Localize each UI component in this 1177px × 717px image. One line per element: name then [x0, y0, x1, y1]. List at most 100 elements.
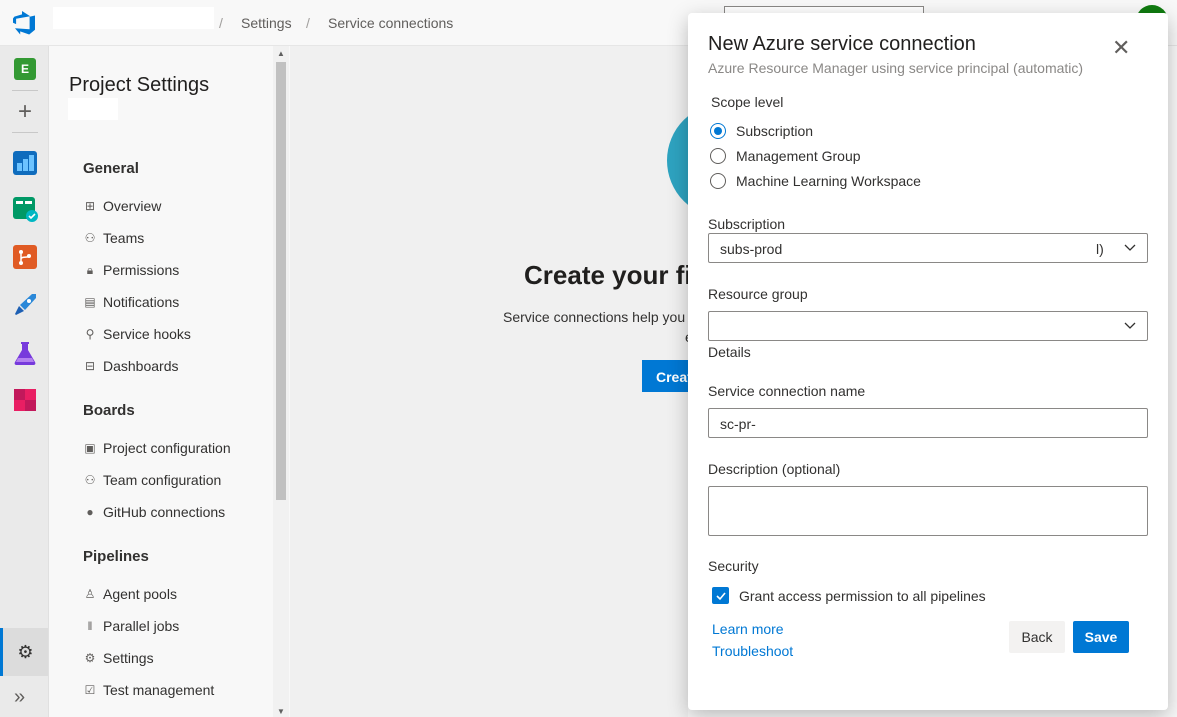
teams-icon: ⚇: [84, 231, 96, 245]
grant-access-checkbox[interactable]: Grant access permission to all pipelines: [712, 587, 986, 604]
gear-icon: ⚙: [84, 651, 96, 665]
nav-parallel-jobs[interactable]: ‖ Parallel jobs: [83, 618, 180, 634]
scope-ml-workspace-radio[interactable]: Machine Learning Workspace: [710, 173, 921, 189]
page-title: Project Settings: [69, 74, 210, 96]
artifacts-icon[interactable]: [12, 387, 38, 413]
radio-unselected-icon[interactable]: [710, 148, 726, 164]
scope-level-label: Scope level: [711, 94, 784, 110]
empty-state-description: Service connections help you: [503, 309, 686, 325]
nav-label: Permissions: [103, 262, 180, 278]
nav-teams[interactable]: ⚇ Teams: [83, 230, 145, 246]
section-boards: Boards: [83, 402, 135, 419]
nav-permissions[interactable]: 🔒︎ Permissions: [83, 262, 179, 278]
test-plans-icon[interactable]: [12, 340, 38, 366]
breadcrumb-separator: /: [219, 15, 223, 31]
project-badge[interactable]: E: [14, 58, 36, 80]
scroll-thumb[interactable]: [276, 62, 286, 500]
learn-more-link[interactable]: Learn more: [712, 621, 784, 637]
parallel-icon: ‖: [87, 619, 93, 633]
nav-agent-pools[interactable]: ♙ Agent pools: [83, 586, 177, 602]
chevron-down-icon[interactable]: [1123, 318, 1137, 332]
chat-icon: ▤: [84, 295, 96, 309]
breadcrumb-separator: /: [306, 15, 310, 31]
team-gear-icon: ⚇: [84, 473, 96, 487]
radio-label: Management Group: [736, 148, 861, 164]
dashboard-icon: ⊟: [84, 359, 96, 373]
radio-label: Machine Learning Workspace: [736, 173, 921, 189]
nav-label: Agent pools: [103, 586, 177, 602]
agent-pool-icon: ♙: [84, 587, 96, 601]
nav-label: Notifications: [103, 294, 180, 310]
nav-settings[interactable]: ⚙ Settings: [83, 650, 154, 666]
security-label: Security: [708, 558, 759, 574]
project-name-redacted: [68, 98, 118, 120]
github-icon: ●: [86, 505, 94, 519]
main-content: Create your fi Service connections help …: [290, 46, 727, 717]
chevron-down-icon[interactable]: [1123, 240, 1137, 254]
dialog-subtitle: Azure Resource Manager using service pri…: [708, 60, 1084, 76]
resource-group-dropdown[interactable]: [708, 311, 1148, 341]
pipelines-icon[interactable]: [12, 292, 38, 318]
scroll-up-icon[interactable]: ▲: [277, 49, 285, 58]
test-icon: ☑: [84, 683, 96, 697]
rail-divider: [12, 90, 38, 91]
radio-label: Subscription: [736, 123, 814, 139]
nav-overview[interactable]: ⊞ Overview: [83, 198, 161, 214]
nav-label: Team configuration: [103, 472, 222, 488]
project-settings-gear-icon[interactable]: ⚙: [0, 628, 48, 676]
nav-label: Service hooks: [103, 326, 191, 342]
nav-dashboards[interactable]: ⊟ Dashboards: [83, 358, 179, 374]
nav-service-hooks[interactable]: ⚲ Service hooks: [83, 326, 191, 342]
plus-icon[interactable]: +: [12, 99, 38, 125]
breadcrumb-service-connections[interactable]: Service connections: [328, 15, 453, 31]
subscription-value: subs-prod: [720, 241, 783, 257]
nav-label: Parallel jobs: [103, 618, 180, 634]
subscription-label: Subscription: [708, 216, 786, 232]
expand-chevrons-icon[interactable]: »: [14, 686, 25, 709]
nav-test-management[interactable]: ☑ Test management: [83, 682, 215, 698]
scope-subscription-radio[interactable]: Subscription: [710, 123, 813, 139]
scroll-down-icon[interactable]: ▼: [277, 707, 285, 716]
organization-name-redacted[interactable]: [53, 7, 214, 29]
document-gear-icon: ▣: [84, 441, 96, 455]
save-button[interactable]: Save: [1073, 621, 1129, 653]
rail-divider: [12, 132, 38, 133]
empty-state-heading: Create your fi: [524, 260, 692, 290]
close-icon[interactable]: ✕: [1112, 37, 1130, 59]
nav-label: Project configuration: [103, 440, 231, 456]
lock-icon: 🔒︎: [86, 262, 94, 277]
nav-team-configuration[interactable]: ⚇ Team configuration: [83, 472, 222, 488]
resource-group-label: Resource group: [708, 286, 808, 302]
project-settings-panel: Project Settings General ⊞ Overview ⚇ Team…: [49, 46, 289, 717]
nav-label: Dashboards: [103, 358, 179, 374]
nav-github-connections[interactable]: ● GitHub connections: [83, 504, 225, 520]
nav-project-configuration[interactable]: ▣ Project configuration: [83, 440, 231, 456]
boards-icon[interactable]: [12, 196, 38, 222]
breadcrumb-settings[interactable]: Settings: [241, 15, 292, 31]
nav-label: Settings: [103, 650, 154, 666]
radio-unselected-icon[interactable]: [710, 173, 726, 189]
connection-name-value: sc-pr-: [720, 416, 756, 432]
description-textarea[interactable]: [708, 486, 1148, 536]
description-label: Description (optional): [708, 461, 841, 477]
azure-devops-logo-icon[interactable]: [13, 11, 37, 35]
section-general: General: [83, 160, 139, 177]
dialog-title: New Azure service connection: [708, 33, 976, 55]
new-service-connection-dialog: New Azure service connection Azure Resou…: [688, 13, 1168, 710]
overview-icon[interactable]: [12, 150, 38, 176]
repos-icon[interactable]: [12, 244, 38, 270]
section-pipelines: Pipelines: [83, 548, 149, 565]
subscription-value-suffix: l): [1096, 241, 1104, 257]
create-service-connection-button[interactable]: Creat: [642, 360, 688, 392]
nav-notifications[interactable]: ▤ Notifications: [83, 294, 179, 310]
troubleshoot-link[interactable]: Troubleshoot: [712, 643, 793, 659]
connection-name-input[interactable]: sc-pr-: [708, 408, 1148, 438]
settings-scrollbar[interactable]: ▲ ▼: [273, 46, 289, 717]
scope-management-group-radio[interactable]: Management Group: [710, 148, 861, 164]
checkbox-checked-icon[interactable]: [712, 587, 729, 604]
plug-icon: ⚲: [85, 327, 95, 341]
back-button[interactable]: Back: [1009, 621, 1065, 653]
radio-selected-icon[interactable]: [710, 123, 726, 139]
details-label: Details: [708, 344, 751, 360]
subscription-dropdown[interactable]: subs-prod l): [708, 233, 1148, 263]
